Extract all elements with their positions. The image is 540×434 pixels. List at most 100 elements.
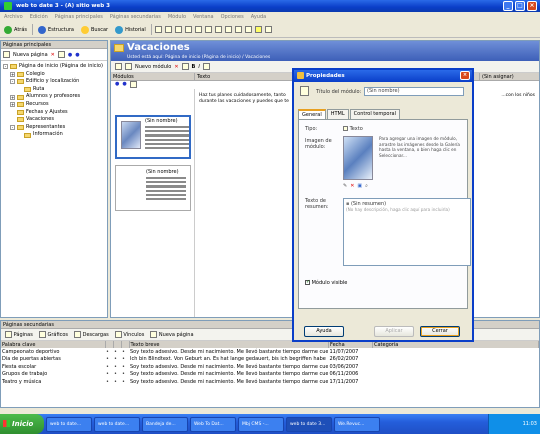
properties-icon[interactable]: [57, 51, 65, 58]
tree-item[interactable]: + Alumnos y profesores: [3, 93, 105, 101]
expand-icon[interactable]: +: [10, 94, 15, 100]
table-row[interactable]: Día de puertas abiertas • • • Ich bin Blindt…: [1, 356, 539, 364]
structure-button[interactable]: Estructura: [36, 24, 76, 36]
new-page-button[interactable]: Nueva página: [13, 52, 48, 58]
table-row[interactable]: Campeonato deportivo • • • Soy texto adsesiv…: [1, 348, 539, 356]
collapse-icon[interactable]: -: [3, 64, 8, 70]
module-down-icon[interactable]: ●: [122, 81, 126, 88]
column-header-category[interactable]: Categoría: [372, 341, 540, 348]
summary-text-area[interactable]: ▪ (Sin resumen) (No hay descripción, hag…: [343, 198, 471, 266]
module-name: (Sin nombre): [146, 170, 186, 175]
delete-image-icon[interactable]: ✕: [350, 183, 354, 189]
menu-ayuda[interactable]: Ayuda: [251, 12, 266, 22]
taskbar-item[interactable]: Mbj CMS -...: [238, 416, 284, 432]
module-card-2[interactable]: (Sin nombre): [115, 165, 191, 211]
module-visible-option[interactable]: Módulo visible: [305, 279, 347, 286]
move-up-icon[interactable]: ●: [68, 52, 72, 58]
edit-image-icon[interactable]: ✎: [343, 183, 347, 189]
menu-edicion[interactable]: Edición: [30, 12, 48, 22]
menu-ventana[interactable]: Ventana: [193, 12, 214, 22]
expand-icon[interactable]: +: [10, 102, 15, 108]
help-icon[interactable]: [264, 26, 272, 33]
history-button[interactable]: Historial: [113, 24, 148, 36]
collapse-icon[interactable]: -: [10, 125, 15, 131]
publish-icon[interactable]: [184, 26, 192, 33]
tab-timed-control[interactable]: Control temporal: [349, 109, 400, 119]
tab-html[interactable]: HTML: [326, 109, 349, 119]
menu-opciones[interactable]: Opciones: [221, 12, 244, 22]
new-secondary-page-button[interactable]: Nueva página: [150, 331, 194, 338]
column-header-date[interactable]: Fecha: [328, 341, 373, 348]
delete-icon[interactable]: ✕: [51, 52, 55, 58]
column-header-keyword[interactable]: Palabra clave: [1, 341, 106, 348]
taskbar-item[interactable]: Web To Dat...: [190, 416, 236, 432]
tools-icon[interactable]: [234, 26, 242, 33]
taskbar-item[interactable]: web to date...: [94, 416, 140, 432]
module-up-icon[interactable]: ●: [115, 81, 119, 88]
menu-archivo[interactable]: Archivo: [4, 12, 23, 22]
maximize-button[interactable]: □: [515, 1, 525, 11]
close-window-button[interactable]: ×: [527, 1, 537, 11]
module-title-input[interactable]: (Sin nombre): [364, 87, 464, 96]
taskbar-item[interactable]: We.Revuc...: [334, 416, 380, 432]
expand-icon[interactable]: +: [10, 71, 15, 77]
module-image-preview[interactable]: [343, 136, 373, 180]
downloads-button[interactable]: Descargas: [74, 331, 109, 338]
taskbar-item[interactable]: Bandeja de...: [142, 416, 188, 432]
settings-icon[interactable]: [224, 26, 232, 33]
taskbar-item-active[interactable]: web to date 3...: [286, 416, 332, 432]
collapse-icon[interactable]: -: [10, 79, 15, 85]
tab-general[interactable]: General: [298, 109, 326, 119]
start-button[interactable]: Inicio: [0, 414, 44, 434]
apply-button[interactable]: Aplicar: [374, 326, 414, 337]
tree-item-label: Vacaciones: [26, 116, 54, 123]
hint-icon[interactable]: [254, 26, 262, 33]
menu-paginas-secundarias[interactable]: Páginas secundarias: [110, 12, 161, 22]
menu-modulo[interactable]: Módulo: [168, 12, 186, 22]
new-page-icon: [3, 51, 10, 58]
save-icon[interactable]: [174, 26, 182, 33]
tree-item[interactable]: Fechas y Ajustes: [3, 109, 105, 117]
new-module-button[interactable]: Nuevo módulo: [135, 64, 171, 70]
graphics-button[interactable]: Gráficos: [38, 331, 68, 338]
tree-item[interactable]: + Recursos: [3, 101, 105, 109]
print-icon[interactable]: [204, 26, 212, 33]
gallery-icon[interactable]: [214, 26, 222, 33]
tree-item[interactable]: - Edificio y localización: [3, 78, 105, 86]
search-button[interactable]: Buscar: [79, 24, 110, 36]
table-row[interactable]: Fiesta escolar • • • Soy texto adsesivo. Des…: [1, 363, 539, 371]
module-layout-icon[interactable]: [129, 81, 137, 88]
new-icon[interactable]: [154, 26, 162, 33]
move-down-icon[interactable]: ●: [75, 52, 79, 58]
table-row[interactable]: Grupos de trabajo • • • Soy texto adsesivo. …: [1, 371, 539, 379]
tree-item[interactable]: - Página de inicio (Página de inicio): [3, 63, 105, 71]
page-settings-icon[interactable]: [115, 63, 122, 70]
module-visible-checkbox[interactable]: [305, 279, 310, 285]
help-button[interactable]: Ayuda: [304, 326, 344, 337]
tree-item[interactable]: Vacaciones: [3, 116, 105, 124]
table-row[interactable]: Teatro y música • • • Soy texto adsesivo. De…: [1, 378, 539, 386]
bold-icon[interactable]: B: [192, 64, 196, 70]
back-button[interactable]: Atrás: [2, 24, 29, 36]
menu-paginas-principales[interactable]: Páginas principales: [55, 12, 103, 22]
tree-item[interactable]: Información: [3, 131, 105, 139]
module-card-1[interactable]: (Sin nombre): [115, 115, 191, 159]
tree-item-label: Información: [33, 131, 63, 138]
column-header-short-text[interactable]: Texto breve: [129, 341, 329, 348]
open-icon[interactable]: [164, 26, 172, 33]
dialog-close-button[interactable]: ×: [460, 71, 470, 80]
upload-icon[interactable]: [244, 26, 252, 33]
zoom-image-icon[interactable]: ⌕: [365, 183, 368, 189]
tree-item[interactable]: Ruta: [3, 86, 105, 94]
image-properties-icon[interactable]: ▣: [357, 183, 362, 189]
italic-icon[interactable]: I: [198, 64, 199, 70]
pages-button[interactable]: Páginas: [5, 331, 33, 338]
preview-icon[interactable]: [194, 26, 202, 33]
minimize-button[interactable]: _: [503, 1, 513, 11]
taskbar-item[interactable]: web to date...: [46, 416, 92, 432]
module-settings-icon[interactable]: [181, 63, 189, 70]
format-icon[interactable]: [202, 63, 210, 70]
delete-module-icon[interactable]: ✕: [174, 64, 178, 70]
close-button[interactable]: Cerrar: [420, 326, 460, 337]
links-button[interactable]: Vínculos: [114, 331, 144, 338]
